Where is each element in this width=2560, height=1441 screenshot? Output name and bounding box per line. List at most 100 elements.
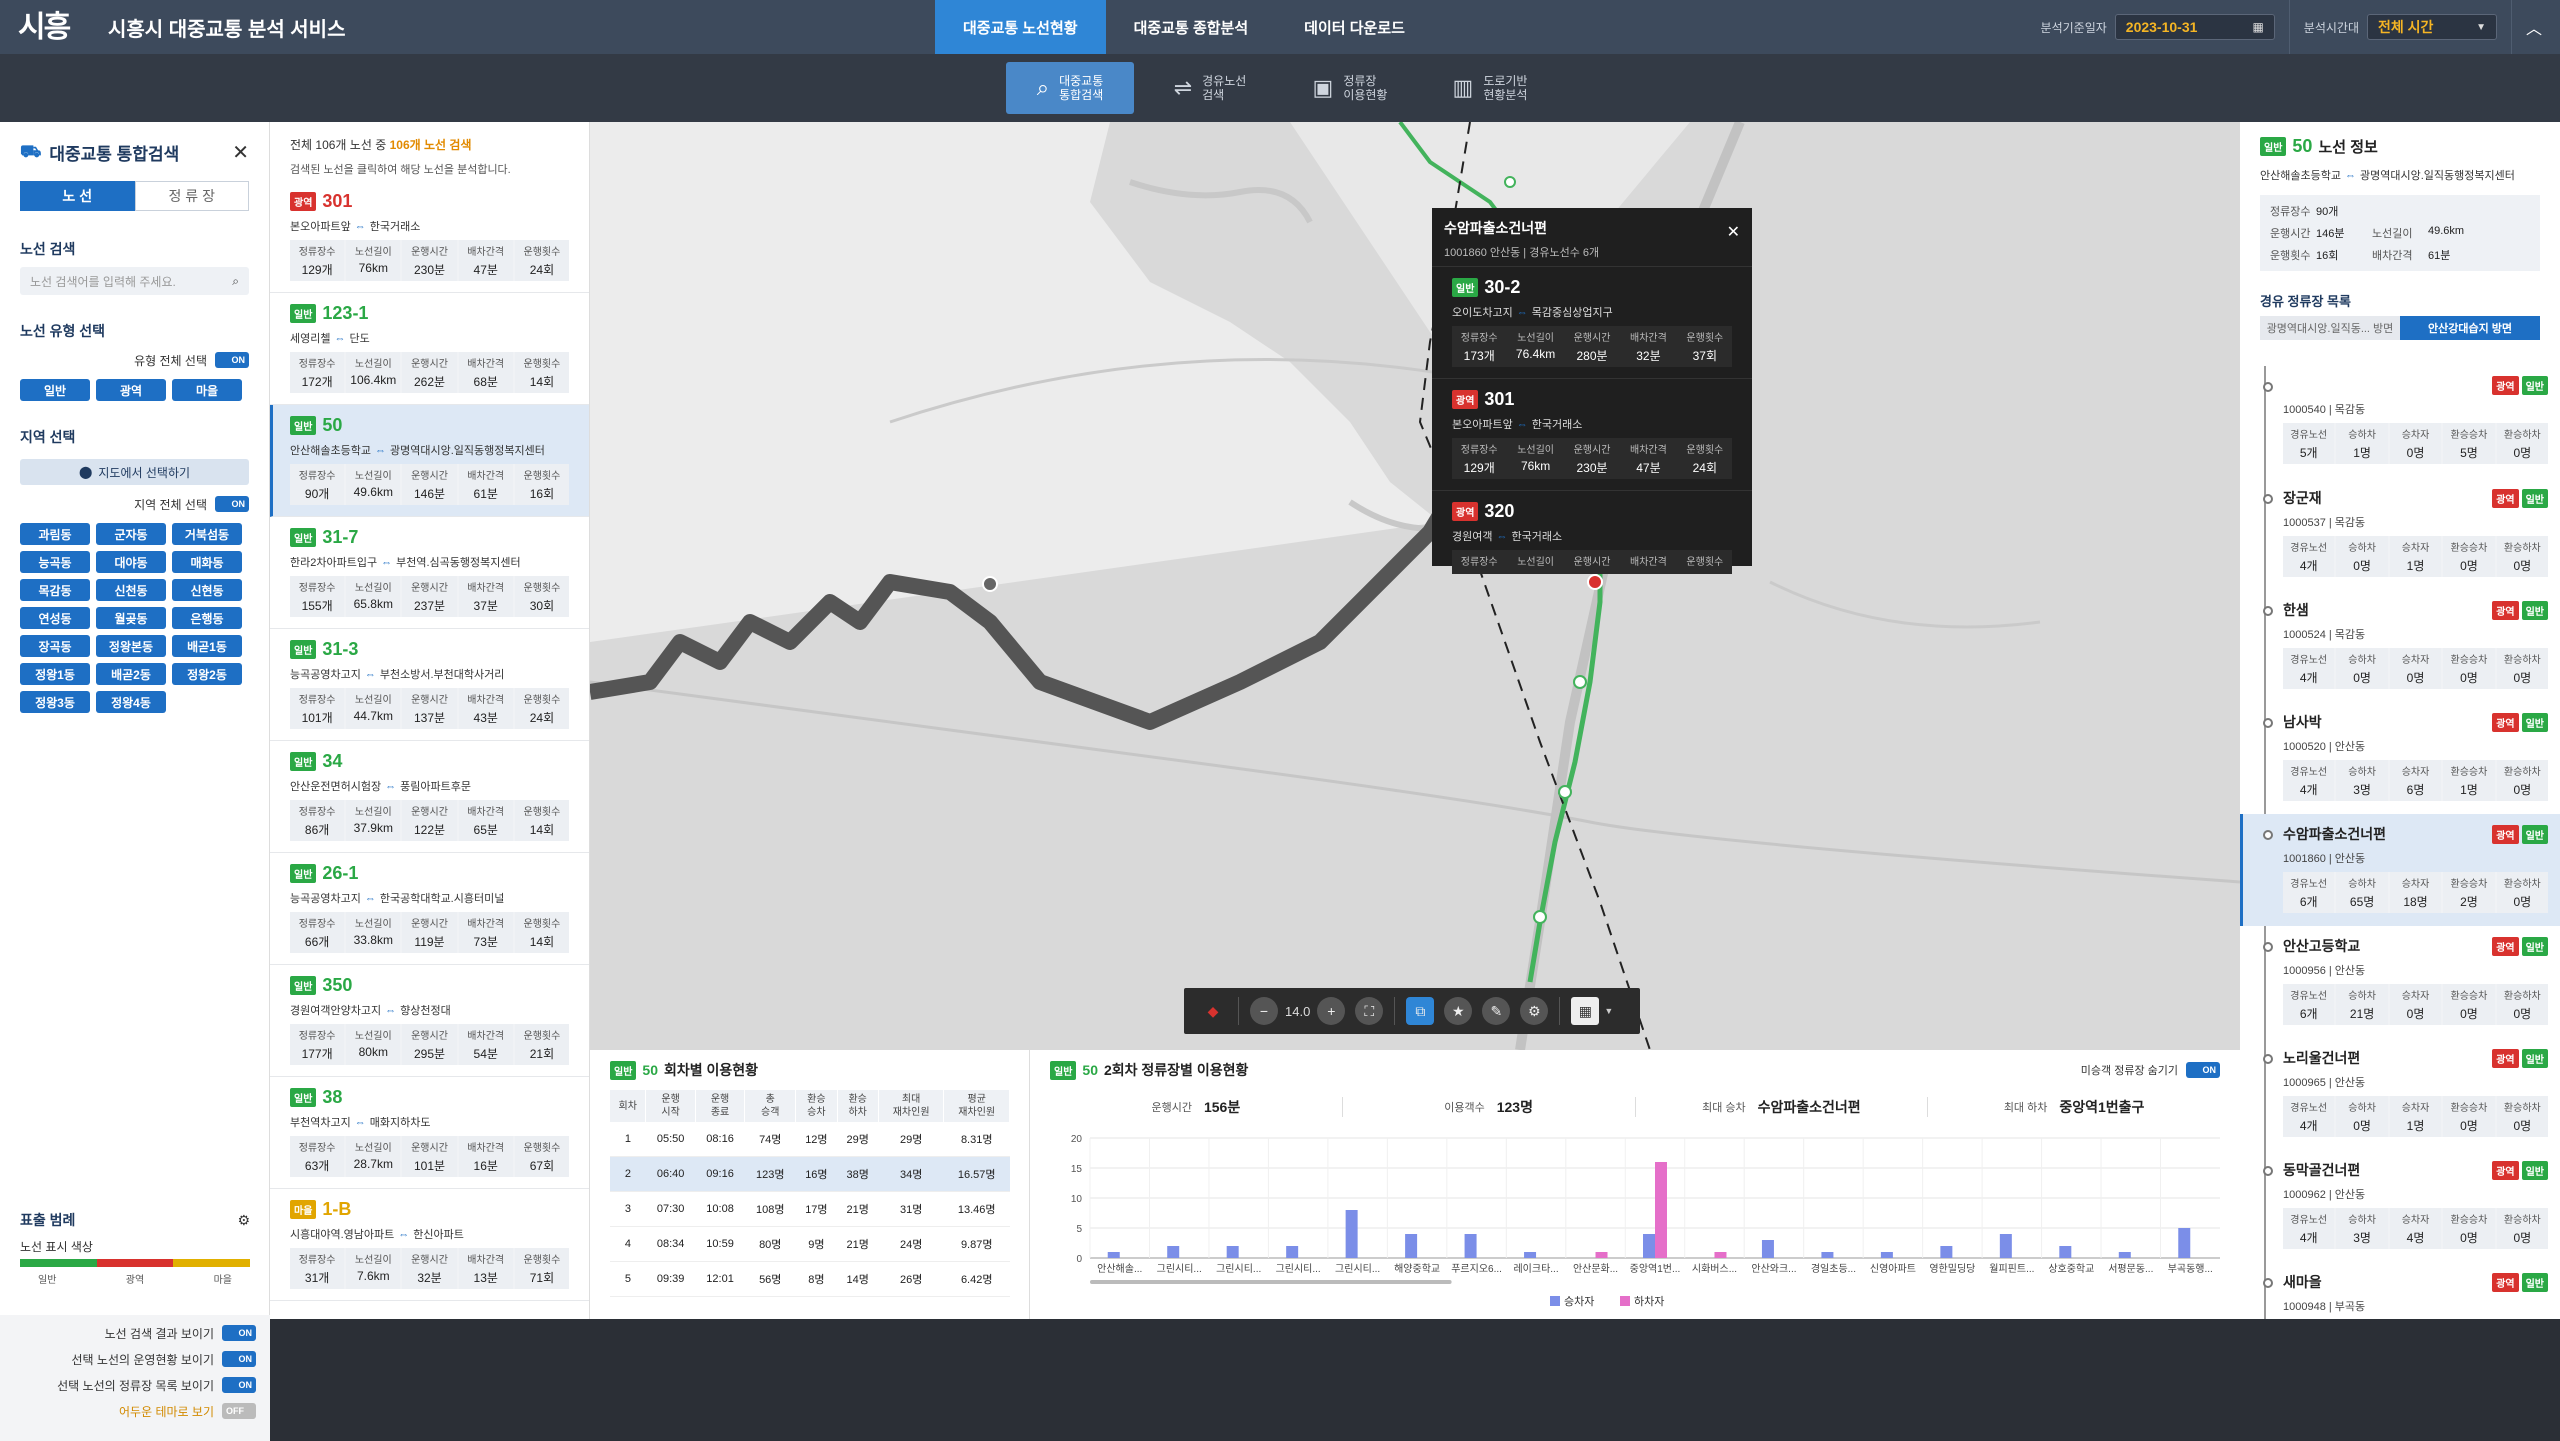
region-all-toggle[interactable]: ON bbox=[215, 496, 249, 512]
chip-region[interactable]: 월곶동 bbox=[96, 607, 166, 629]
popup-route-item[interactable]: 광역 320 경원여객 ⇔ 한국거래소 정류장수 노선길이 운행시간 배차간격 운행횟수 bbox=[1432, 490, 1752, 602]
table-row[interactable]: 4 08:34 10:59 80명 9명 21명 24명 9.87명 bbox=[610, 1226, 1010, 1262]
route-item[interactable]: 일반 31-7 한라2차아파트입구 ⇔ 부천역.심곡동행정복지센터 정류장수 155개 노선길… bbox=[270, 517, 589, 629]
stop-item[interactable]: 안산고등학교 광역 일반 1000956 | 안산동 경유노선 6개 승하차 21명 승차자 0명… bbox=[2240, 926, 2560, 1038]
bus-search-icon: ⛟ bbox=[20, 141, 42, 161]
tab-direction-a[interactable]: 광명역대시앙.일직동... 방면 bbox=[2260, 316, 2400, 340]
subnav-stop-usage[interactable]: ▣ 정류장 이용현황 bbox=[1286, 62, 1414, 114]
chip-region[interactable]: 신천동 bbox=[96, 579, 166, 601]
compass-icon[interactable]: ◆ bbox=[1199, 997, 1227, 1025]
chip-region[interactable]: 정왕1동 bbox=[20, 663, 90, 685]
route-item[interactable]: 일반 34 안산운전면허시험장 ⇔ 풍림아파트후문 정류장수 86개 노선길이 37.9km 운행… bbox=[270, 741, 589, 853]
nav-data-download[interactable]: 데이터 다운로드 bbox=[1276, 0, 1433, 54]
bidirectional-arrow-icon: ⇔ bbox=[354, 1117, 366, 1129]
stop-dot-icon bbox=[2263, 1278, 2273, 1288]
stat-value: 173개 bbox=[1463, 349, 1495, 363]
table-row[interactable]: 5 09:39 12:01 56명 8명 14명 26명 6.42명 bbox=[610, 1261, 1010, 1297]
stat-value: 76km bbox=[1520, 459, 1551, 473]
stop-item[interactable]: 새마을광역일반1000948 | 부곡동경유노선승하차승차자환승승차환승하차 bbox=[2240, 1262, 2560, 1319]
subnav-road-analysis[interactable]: ▥ 도로기반 현황분석 bbox=[1426, 62, 1554, 114]
subnav-integrated-search[interactable]: ⌕ 대중교통 통합검색 bbox=[1006, 62, 1134, 114]
scrollbar bbox=[1090, 1280, 1452, 1284]
route-item[interactable]: 일반 50 안산해솔초등학교 ⇔ 광명역대시앙.일직동행정복지센터 정류장수 90개 노선길이… bbox=[270, 405, 589, 517]
table-row[interactable]: 3 07:30 10:08 108명 17명 21명 31명 13.46명 bbox=[610, 1191, 1010, 1227]
chip-region[interactable]: 거북섬동 bbox=[172, 523, 242, 545]
chip-region[interactable]: 매화동 bbox=[172, 551, 242, 573]
gear-icon[interactable]: ⚙ bbox=[237, 1212, 250, 1229]
nav-comprehensive-analysis[interactable]: 대중교통 종합분석 bbox=[1106, 0, 1277, 54]
stop-item[interactable]: 동막골건너편 광역 일반 1000962 | 안산동 경유노선 4개 승하차 3명 승차자 4명 환… bbox=[2240, 1150, 2560, 1262]
chevron-down-icon[interactable]: ▼ bbox=[1604, 1006, 1613, 1016]
stop-item[interactable]: 남사박 광역 일반 1000520 | 안산동 경유노선 4개 승하차 3명 승차자 6명 환승승차… bbox=[2240, 702, 2560, 814]
chip-region[interactable]: 능곡동 bbox=[20, 551, 90, 573]
chip-region[interactable]: 정왕본동 bbox=[96, 635, 166, 657]
route-item[interactable]: 일반 26-1 능곡공영차고지 ⇔ 한국공학대학교.시흥터미널 정류장수 66개 노선길이 33… bbox=[270, 853, 589, 965]
stop-item[interactable]: 노리울건너편 광역 일반 1000965 | 안산동 경유노선 4개 승하차 0명 승차자 1명 환… bbox=[2240, 1038, 2560, 1150]
stat-value: 1명 bbox=[2353, 446, 2371, 460]
chip-region[interactable]: 정왕3동 bbox=[20, 691, 90, 713]
option-toggle[interactable]: ON bbox=[222, 1377, 256, 1393]
chip-region[interactable]: 신현동 bbox=[172, 579, 242, 601]
gear-icon[interactable]: ⚙ bbox=[1520, 997, 1549, 1025]
chip-region[interactable]: 목감동 bbox=[20, 579, 90, 601]
route-item[interactable]: 마을 1-B 시흥대야역.영남아파트 ⇔ 한신아파트 정류장수 31개 노선길이 7.6km 운행… bbox=[270, 1189, 589, 1301]
stop-item[interactable]: 광역 일반 1000540 | 목감동 경유노선 5개 승하차 1명 승차자 0명 환승승차 5명 환… bbox=[2240, 366, 2560, 478]
stop-item[interactable]: 한샘 광역 일반 1000524 | 목감동 경유노선 4개 승하차 0명 승차자 0명 환승승차 0… bbox=[2240, 590, 2560, 702]
map-select-button[interactable]: ⬤ 지도에서 선택하기 bbox=[20, 459, 249, 485]
route-item[interactable]: 일반 123-1 세영리첼 ⇔ 단도 정류장수 172개 노선길이 106.4km 운행시간 262… bbox=[270, 293, 589, 405]
zoom-in-button[interactable]: + bbox=[1317, 997, 1346, 1025]
select-tool-icon[interactable]: ⧉ bbox=[1406, 997, 1435, 1025]
option-toggle[interactable]: ON bbox=[222, 1351, 256, 1367]
popup-route-item[interactable]: 광역 301 본오아파트앞 ⇔ 한국거래소 정류장수 129개 노선길이 76km 운행시간 230… bbox=[1432, 378, 1752, 490]
top-right-controls: 분석기준일자 2023-10-31 ▦ 분석시간대 전체 시간 ▼ ︿ bbox=[2041, 0, 2560, 54]
stop-item[interactable]: 수암파출소건너편 광역 일반 1001860 | 안산동 경유노선 6개 승하차 65명 승차자… bbox=[2240, 814, 2560, 926]
table-row[interactable]: 2 06:40 09:16 123명 16명 38명 34명 16.57명 bbox=[610, 1156, 1010, 1192]
tab-direction-b[interactable]: 안산강대습지 방면 bbox=[2400, 316, 2540, 340]
dark-theme-toggle[interactable]: OFF bbox=[222, 1403, 256, 1419]
map[interactable] bbox=[590, 122, 2240, 1050]
time-select[interactable]: 전체 시간 ▼ bbox=[2366, 14, 2497, 40]
chip-region[interactable]: 정왕2동 bbox=[172, 663, 242, 685]
popup-route-item[interactable]: 일반 30-2 오이도차고지 ⇔ 목감중심상업지구 정류장수 173개 노선길이 76.4km 운… bbox=[1432, 266, 1752, 378]
chip-type[interactable]: 광역 bbox=[96, 379, 166, 401]
tab-route[interactable]: 노 선 bbox=[20, 181, 135, 211]
route-item[interactable]: 광역 301 본오아파트앞 ⇔ 한국거래소 정류장수 129개 노선길이 76km 운행시간 230… bbox=[270, 181, 589, 293]
nav-route-status[interactable]: 대중교통 노선현황 bbox=[935, 0, 1106, 54]
chip-region[interactable]: 배곧2동 bbox=[96, 663, 166, 685]
option-toggle[interactable]: ON bbox=[222, 1325, 256, 1341]
map-canvas[interactable] bbox=[590, 122, 2240, 1050]
chip-type[interactable]: 마을 bbox=[172, 379, 242, 401]
date-picker[interactable]: 2023-10-31 ▦ bbox=[2114, 14, 2275, 40]
fullscreen-icon[interactable]: ⛶ bbox=[1355, 997, 1384, 1025]
chip-type[interactable]: 일반 bbox=[20, 379, 90, 401]
close-icon[interactable]: ✕ bbox=[232, 140, 249, 165]
tab-stop[interactable]: 정 류 장 bbox=[134, 181, 249, 211]
stat-value: 4개 bbox=[2299, 1119, 2318, 1133]
type-all-toggle[interactable]: ON bbox=[215, 352, 249, 368]
stop-item[interactable]: 장군재 광역 일반 1000537 | 목감동 경유노선 4개 승하차 0명 승차자 1명 환승승차… bbox=[2240, 478, 2560, 590]
close-icon[interactable]: ✕ bbox=[1727, 222, 1740, 242]
basemap-icon[interactable]: ▦ bbox=[1571, 997, 1600, 1025]
route-item[interactable]: 일반 38 부천역차고지 ⇔ 매화지하차도 정류장수 63개 노선길이 28.7km 운행시간 10… bbox=[270, 1077, 589, 1189]
search-icon[interactable]: ⌕ bbox=[232, 274, 239, 289]
hide-empty-toggle[interactable]: ON bbox=[2186, 1062, 2220, 1078]
collapse-up-icon[interactable]: ︿ bbox=[2526, 15, 2542, 39]
chip-region[interactable]: 정왕4동 bbox=[96, 691, 166, 713]
route-item[interactable]: 일반 31-3 능곡공영차고지 ⇔ 부천소방서.부천대학사거리 정류장수 101개 노선길이 4… bbox=[270, 629, 589, 741]
stat-cell: 배차간격 68분 bbox=[458, 352, 513, 393]
chip-region[interactable]: 배곧1동 bbox=[172, 635, 242, 657]
draw-icon[interactable]: ✎ bbox=[1482, 997, 1511, 1025]
chip-region[interactable]: 군자동 bbox=[96, 523, 166, 545]
chip-region[interactable]: 연성동 bbox=[20, 607, 90, 629]
subnav-via-route-search[interactable]: ⇌ 경유노선 검색 bbox=[1146, 62, 1274, 114]
route-search-input[interactable]: 노선 검색어를 입력해 주세요. ⌕ bbox=[20, 267, 249, 295]
chip-region[interactable]: 대야동 bbox=[96, 551, 166, 573]
zoom-out-button[interactable]: − bbox=[1250, 997, 1278, 1025]
logo[interactable]: 시흥 시흥시 대중교통 분석 서비스 bbox=[18, 0, 345, 54]
table-row[interactable]: 1 05:50 08:16 74명 12명 29명 29명 8.31명 bbox=[610, 1122, 1010, 1157]
chip-region[interactable]: 장곡동 bbox=[20, 635, 90, 657]
chip-region[interactable]: 과림동 bbox=[20, 523, 90, 545]
route-item[interactable]: 일반 350 경원여객안양차고지 ⇔ 향상천정대 정류장수 177개 노선길이 80km 운행시간… bbox=[270, 965, 589, 1077]
chip-region[interactable]: 은행동 bbox=[172, 607, 242, 629]
star-icon[interactable]: ★ bbox=[1444, 997, 1473, 1025]
